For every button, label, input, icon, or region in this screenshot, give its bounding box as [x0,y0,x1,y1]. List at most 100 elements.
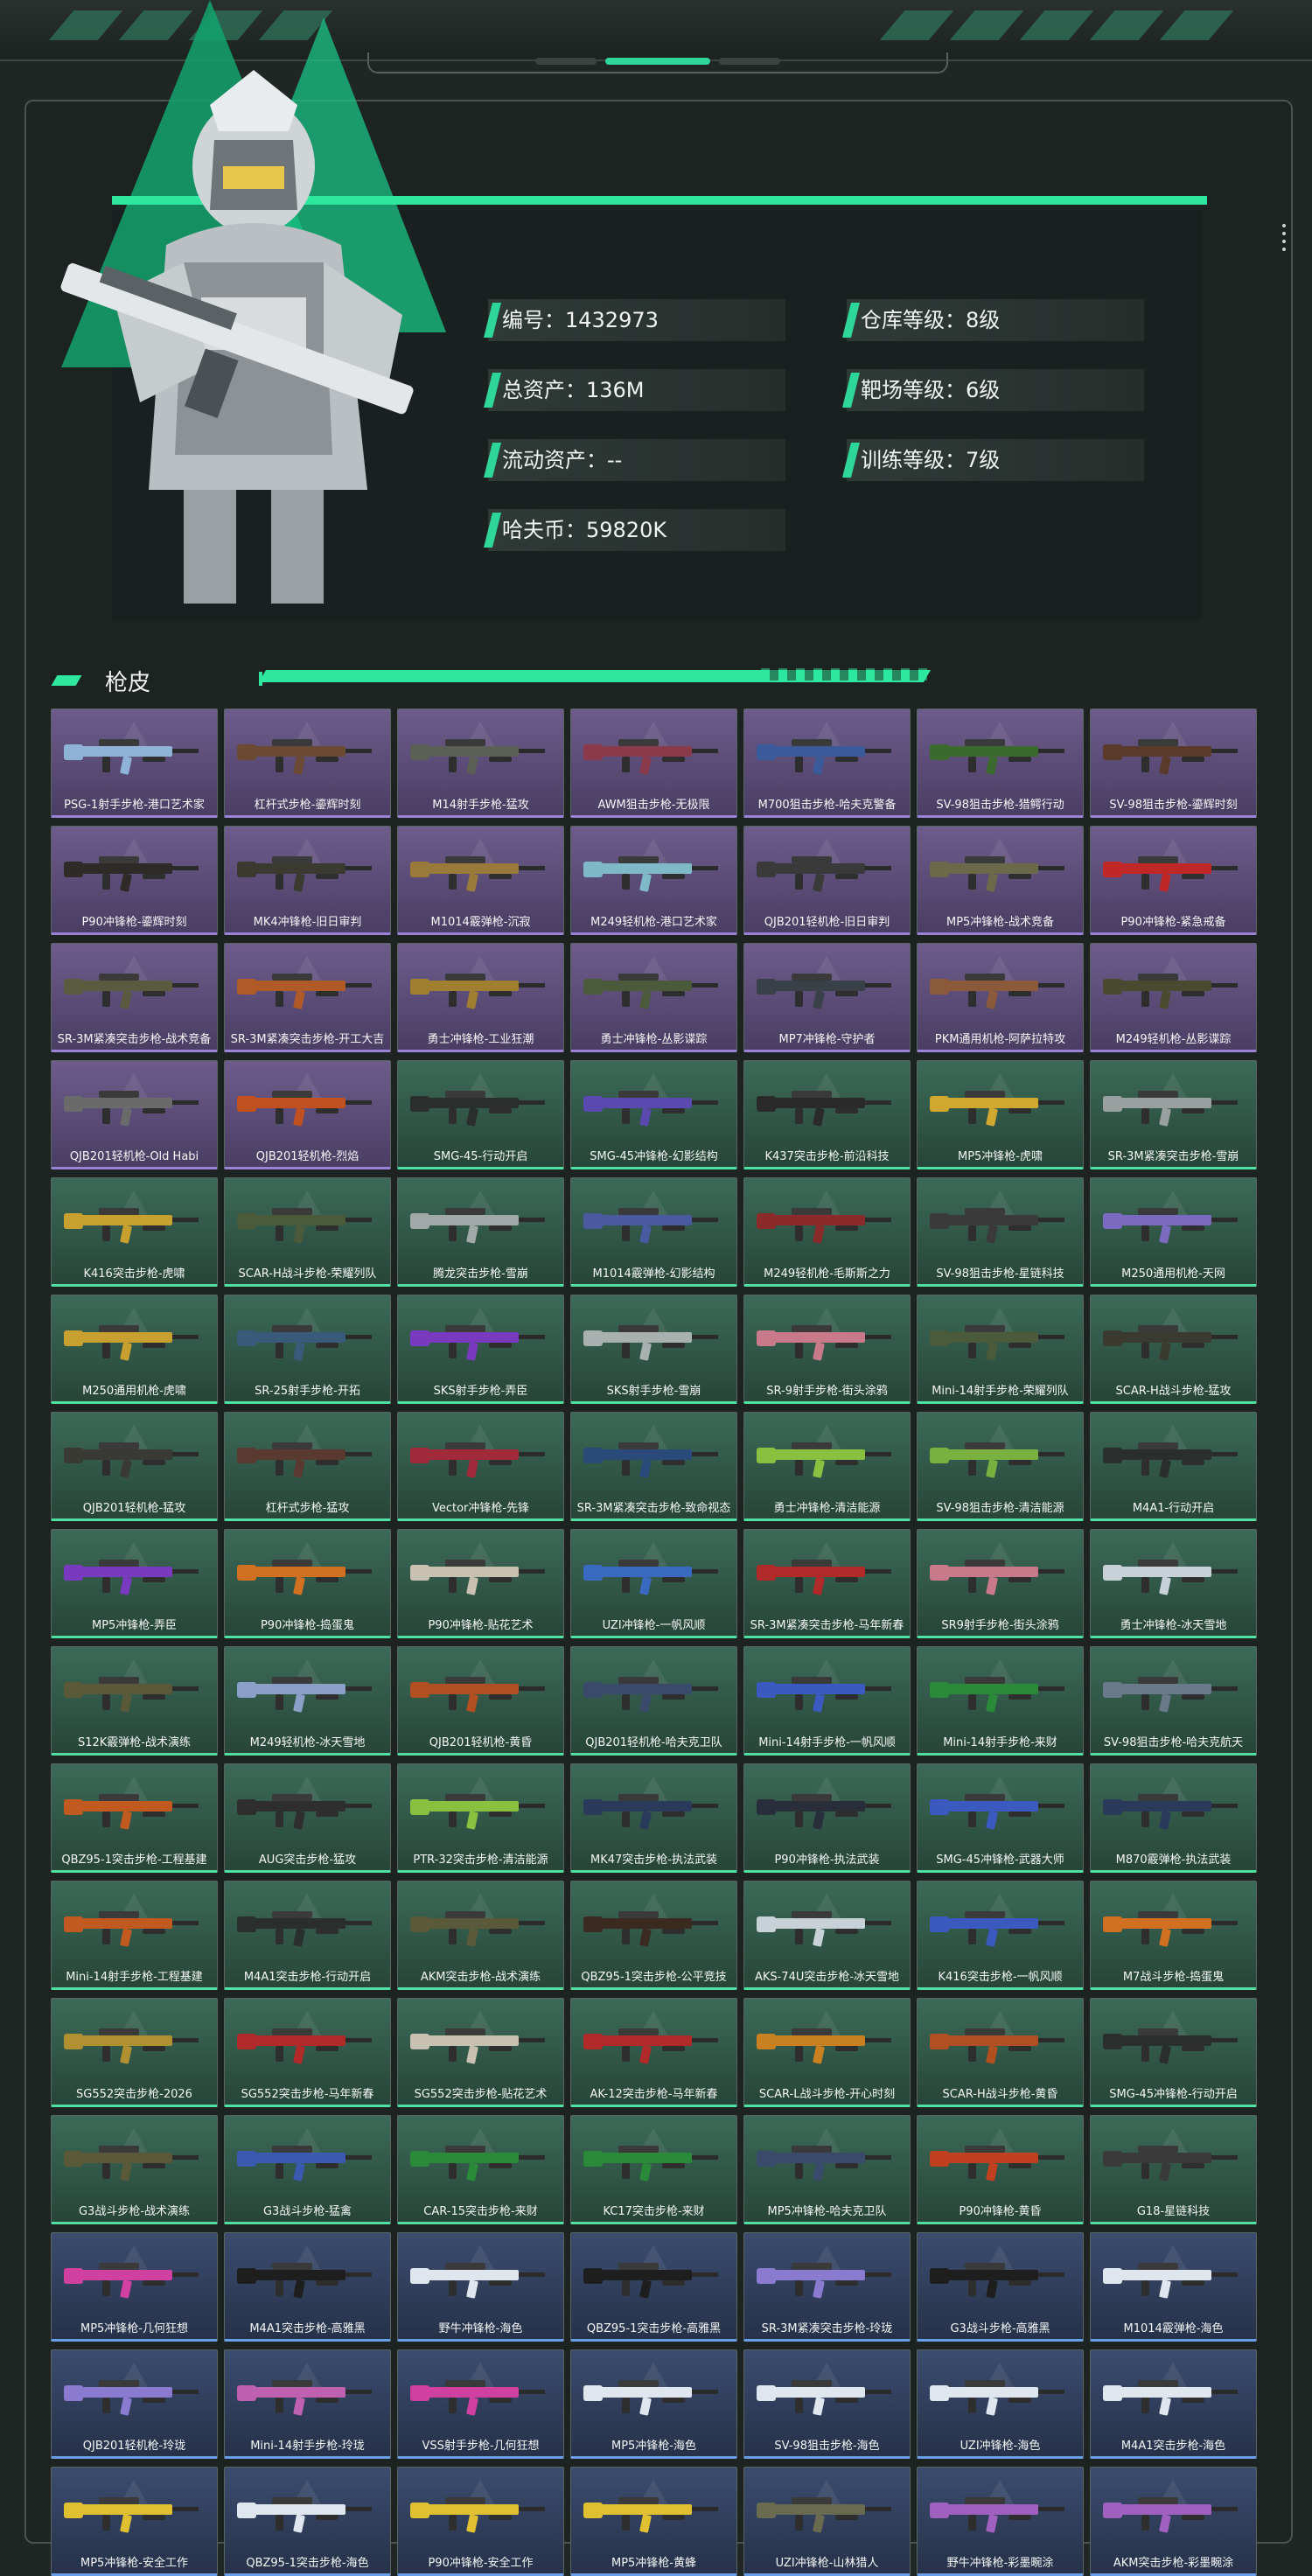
skin-card[interactable]: PKM通用机枪-阿萨拉特攻 [917,943,1084,1052]
skin-card[interactable]: P90冲锋枪-黄昏 [917,2115,1084,2224]
skin-card[interactable]: M4A1突击步枪-海色 [1090,2349,1257,2459]
skin-card[interactable]: M700狙击步枪-哈夫克警备 [743,709,911,818]
skin-card[interactable]: SR9射手步枪-街头涂鸦 [917,1529,1084,1638]
skin-card[interactable]: SV-98狙击步枪-清洁能源 [917,1412,1084,1521]
skin-card[interactable]: Mini-14射手步枪-工程基建 [51,1881,218,1990]
skin-card[interactable]: G3战斗步枪-高雅黑 [917,2232,1084,2342]
skin-card[interactable]: SCAR-H战斗步枪-荣耀列队 [224,1177,391,1287]
skin-card[interactable]: 勇士冲锋枪-冰天雪地 [1090,1529,1257,1638]
skin-card[interactable]: Mini-14射手步枪-一帆风顺 [743,1646,911,1756]
skin-card[interactable]: MP5冲锋枪-黄蜂 [570,2467,737,2576]
skin-card[interactable]: G3战斗步枪-战术演练 [51,2115,218,2224]
skin-card[interactable]: MP5冲锋枪-战术竞备 [917,826,1084,935]
skin-card[interactable]: QBZ95-1突击步枪-公平竞技 [570,1881,737,1990]
skin-card[interactable]: G18-星链科技 [1090,2115,1257,2224]
skin-card[interactable]: Vector冲锋枪-先锋 [397,1412,564,1521]
skin-card[interactable]: SG552突击步枪-2026 [51,1998,218,2107]
skin-card[interactable]: SKS射手步枪-弄臣 [397,1295,564,1404]
skin-card[interactable]: AKM突击步枪-彩墨畹涂 [1090,2467,1257,2576]
skin-card[interactable]: M1014霰弹枪-海色 [1090,2232,1257,2342]
skin-card[interactable]: QJB201轻机枪-玲珑 [51,2349,218,2459]
skin-card[interactable]: M4A1突击步枪-行动开启 [224,1881,391,1990]
skin-card[interactable]: SCAR-H战斗步枪-黄昏 [917,1998,1084,2107]
skin-card[interactable]: P90冲锋枪-贴花艺术 [397,1529,564,1638]
skin-card[interactable]: 野牛冲锋枪-彩墨畹涂 [917,2467,1084,2576]
skin-card[interactable]: M7战斗步枪-捣蛋鬼 [1090,1881,1257,1990]
skin-card[interactable]: QJB201轻机枪-黄昏 [397,1646,564,1756]
skin-card[interactable]: SR-3M紧凑突击步枪-战术竞备 [51,943,218,1052]
skin-card[interactable]: UZI冲锋枪-海色 [917,2349,1084,2459]
skin-card[interactable]: M250通用机枪-虎啸 [51,1295,218,1404]
skin-card[interactable]: QJB201轻机枪-Old Habi [51,1060,218,1169]
skin-card[interactable]: 勇士冲锋枪-清洁能源 [743,1412,911,1521]
skin-card[interactable]: SR-3M紧凑突击步枪-马年新春 [743,1529,911,1638]
skin-card[interactable]: PTR-32突击步枪-清洁能源 [397,1763,564,1873]
skin-card[interactable]: SV-98狙击步枪-海色 [743,2349,911,2459]
skin-card[interactable]: Mini-14射手步枪-来财 [917,1646,1084,1756]
skin-card[interactable]: SCAR-H战斗步枪-猛攻 [1090,1295,1257,1404]
skin-card[interactable]: M249轻机枪-毛斯斯之力 [743,1177,911,1287]
skin-card[interactable]: Mini-14射手步枪-荣耀列队 [917,1295,1084,1404]
skin-card[interactable]: SMG-45冲锋枪-行动开启 [1090,1998,1257,2107]
skin-card[interactable]: VSS射手步枪-几何狂想 [397,2349,564,2459]
skin-card[interactable]: MP5冲锋枪-安全工作 [51,2467,218,2576]
skin-card[interactable]: SMG-45冲锋枪-武器大师 [917,1763,1084,1873]
skin-card[interactable]: MP5冲锋枪-几何狂想 [51,2232,218,2342]
skin-card[interactable]: MP5冲锋枪-弄臣 [51,1529,218,1638]
skin-card[interactable]: K416突击步枪-虎啸 [51,1177,218,1287]
skin-card[interactable]: P90冲锋枪-捣蛋鬼 [224,1529,391,1638]
skin-card[interactable]: UZI冲锋枪-山林猎人 [743,2467,911,2576]
skin-card[interactable]: K437突击步枪-前沿科技 [743,1060,911,1169]
skin-card[interactable]: SV-98狙击步枪-猎鳄行动 [917,709,1084,818]
skin-card[interactable]: SMG-45冲锋枪-幻影结构 [570,1060,737,1169]
skin-card[interactable]: SR-3M紧凑突击步枪-开工大吉 [224,943,391,1052]
skin-card[interactable]: M249轻机枪-丛影谍踪 [1090,943,1257,1052]
skin-card[interactable]: SR-3M紧凑突击步枪-雪崩 [1090,1060,1257,1169]
skin-card[interactable]: QJB201轻机枪-烈焰 [224,1060,391,1169]
skin-card[interactable]: M1014霰弹枪-沉寂 [397,826,564,935]
skin-card[interactable]: MP5冲锋枪-海色 [570,2349,737,2459]
skin-card[interactable]: MK4冲锋枪-旧日审判 [224,826,391,935]
skin-card[interactable]: MP5冲锋枪-哈夫克卫队 [743,2115,911,2224]
skin-card[interactable]: AKM突击步枪-战术演练 [397,1881,564,1990]
skin-card[interactable]: SKS射手步枪-雪崩 [570,1295,737,1404]
skin-card[interactable]: SR-9射手步枪-街头涂鸦 [743,1295,911,1404]
skin-card[interactable]: SG552突击步枪-马年新春 [224,1998,391,2107]
skin-card[interactable]: 野牛冲锋枪-海色 [397,2232,564,2342]
skin-card[interactable]: QJB201轻机枪-旧日审判 [743,826,911,935]
skin-card[interactable]: CAR-15突击步枪-来财 [397,2115,564,2224]
scroll-indicator[interactable] [1282,224,1288,259]
skin-card[interactable]: PSG-1射手步枪-港口艺术家 [51,709,218,818]
skin-card[interactable]: QBZ95-1突击步枪-高雅黑 [570,2232,737,2342]
skin-card[interactable]: M870霰弹枪-执法武装 [1090,1763,1257,1873]
skin-card[interactable]: AUG突击步枪-猛攻 [224,1763,391,1873]
skin-card[interactable]: M249轻机枪-冰天雪地 [224,1646,391,1756]
skin-card[interactable]: M4A1-行动开启 [1090,1412,1257,1521]
skin-card[interactable]: MP5冲锋枪-虎啸 [917,1060,1084,1169]
skin-card[interactable]: MK47突击步枪-执法武装 [570,1763,737,1873]
skin-card[interactable]: QJB201轻机枪-猛攻 [51,1412,218,1521]
skin-card[interactable]: SV-98狙击步枪-哈夫克航天 [1090,1646,1257,1756]
skin-card[interactable]: SV-98狙击步枪-鎏辉时刻 [1090,709,1257,818]
skin-card[interactable]: SMG-45-行动开启 [397,1060,564,1169]
skin-card[interactable]: 腾龙突击步枪-雪崩 [397,1177,564,1287]
skin-card[interactable]: M4A1突击步枪-高雅黑 [224,2232,391,2342]
skin-card[interactable]: SR-3M紧凑突击步枪-玲珑 [743,2232,911,2342]
skin-card[interactable]: M249轻机枪-港口艺术家 [570,826,737,935]
skin-card[interactable]: QJB201轻机枪-哈夫克卫队 [570,1646,737,1756]
skin-card[interactable]: P90冲锋枪-鎏辉时刻 [51,826,218,935]
skin-card[interactable]: AK-12突击步枪-马年新春 [570,1998,737,2107]
skin-card[interactable]: KC17突击步枪-来财 [570,2115,737,2224]
skin-card[interactable]: M14射手步枪-猛攻 [397,709,564,818]
skin-card[interactable]: P90冲锋枪-执法武装 [743,1763,911,1873]
skin-card[interactable]: K416突击步枪-一帆风顺 [917,1881,1084,1990]
skin-card[interactable]: QBZ95-1突击步枪-海色 [224,2467,391,2576]
skin-card[interactable]: QBZ95-1突击步枪-工程基建 [51,1763,218,1873]
skin-card[interactable]: 勇士冲锋枪-工业狂潮 [397,943,564,1052]
skin-card[interactable]: P90冲锋枪-安全工作 [397,2467,564,2576]
skin-card[interactable]: SR-25射手步枪-开拓 [224,1295,391,1404]
skin-card[interactable]: SV-98狙击步枪-星链科技 [917,1177,1084,1287]
skin-card[interactable]: 杠杆式步枪-猛攻 [224,1412,391,1521]
skin-card[interactable]: SCAR-L战斗步枪-开心时刻 [743,1998,911,2107]
skin-card[interactable]: 勇士冲锋枪-丛影谍踪 [570,943,737,1052]
